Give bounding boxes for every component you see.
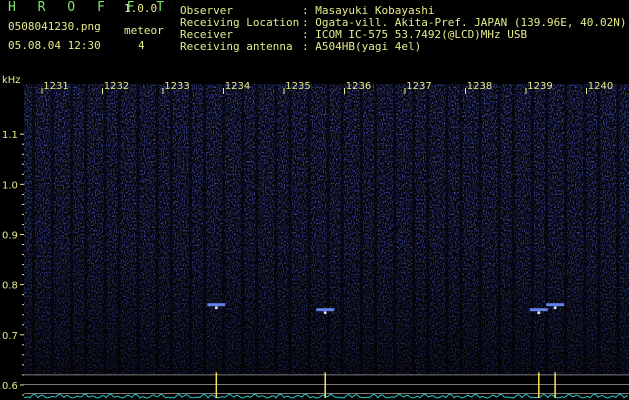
scan-gap xyxy=(274,84,278,375)
scan-gap xyxy=(393,84,397,375)
scan-gap xyxy=(203,84,206,375)
meteor-echo-mark xyxy=(207,303,226,307)
meteor-label: meteor xyxy=(124,24,164,37)
scan-gap xyxy=(616,84,620,375)
meteor-echo-point xyxy=(553,306,557,310)
scan-gap xyxy=(103,84,107,375)
scan-gap xyxy=(374,84,377,375)
file-name: 0508041230.png xyxy=(8,20,101,33)
scan-gap xyxy=(511,84,515,375)
x-tick-label: 1237 xyxy=(406,81,431,92)
meteor-echo-mark xyxy=(316,308,335,312)
scan-gap xyxy=(84,84,88,375)
scan-gap xyxy=(117,84,121,375)
scan-gap xyxy=(445,84,449,375)
scan-gap xyxy=(307,84,311,375)
y-tick-label: 0.9 xyxy=(2,230,18,241)
x-tick-label: 1232 xyxy=(104,81,129,92)
observation-datetime: 05.08.04 12:30 xyxy=(8,39,101,52)
y-axis-unit: kHz xyxy=(2,75,21,86)
app-version: 1.0.0 xyxy=(124,2,158,15)
scan-gap xyxy=(597,84,601,375)
scan-gap xyxy=(359,84,363,375)
x-tick-label: 1235 xyxy=(285,81,310,92)
meteor-echo-mark xyxy=(546,303,565,307)
scan-gap xyxy=(288,84,292,375)
scan-gap xyxy=(340,84,344,375)
meteor-echo-point xyxy=(214,306,218,310)
scan-gap xyxy=(70,84,74,375)
scan-gap xyxy=(545,84,548,375)
scan-gap xyxy=(32,84,35,375)
scan-gap xyxy=(222,84,226,375)
y-tick-label: 0.6 xyxy=(2,381,18,392)
scan-gap xyxy=(426,84,430,375)
meteor-echo-point xyxy=(323,311,327,315)
x-tick-label: 1236 xyxy=(346,81,371,92)
x-tick-label: 1240 xyxy=(588,81,613,92)
scan-gap xyxy=(169,84,173,375)
scan-gap xyxy=(564,84,568,375)
spectrogram-fade xyxy=(24,84,629,375)
scan-gap xyxy=(459,84,463,375)
y-tick-label: 0.8 xyxy=(2,281,18,292)
scan-gap xyxy=(155,84,159,375)
scan-gap xyxy=(530,84,534,375)
signal-trace xyxy=(23,393,629,399)
scan-gap xyxy=(326,84,330,375)
y-tick-label: 1.0 xyxy=(2,180,18,191)
y-tick-label: 1.1 xyxy=(2,130,18,141)
scan-gap xyxy=(255,84,259,375)
x-tick-label: 1234 xyxy=(225,81,250,92)
meteor-echo-point xyxy=(537,311,541,315)
y-tick-label: 0.7 xyxy=(2,331,18,342)
meteor-echo-mark xyxy=(529,308,548,312)
scan-gap xyxy=(136,84,140,375)
x-tick-label: 1231 xyxy=(43,81,68,92)
scan-gap xyxy=(583,84,587,375)
meteor-count: 4 xyxy=(138,39,145,52)
scan-gap xyxy=(478,84,482,375)
scan-gap xyxy=(412,84,416,375)
x-tick-label: 1238 xyxy=(467,81,492,92)
spectrogram-chart: kHz 1.1 1.0 0.9 0.8 0.7 0.6 1231 1232 1233 1234 123… xyxy=(2,75,629,399)
spectrogram-panel: kHz 1.1 1.0 0.9 0.8 0.7 0.6 1231 1232 1233 1234 123… xyxy=(0,74,629,400)
antenna-value: : A504HB(yagi 4el) xyxy=(302,40,422,53)
scan-gap xyxy=(188,84,192,375)
antenna-label: Receiving antenna xyxy=(180,40,293,53)
x-tick-label: 1239 xyxy=(527,81,552,92)
header-panel: H R O F F T 1.0.0 0508041230.png 05.08.0… xyxy=(0,0,629,74)
scan-gap xyxy=(241,84,245,375)
scan-gap xyxy=(51,84,55,375)
scan-gap xyxy=(497,84,501,375)
x-tick-label: 1233 xyxy=(164,81,189,92)
